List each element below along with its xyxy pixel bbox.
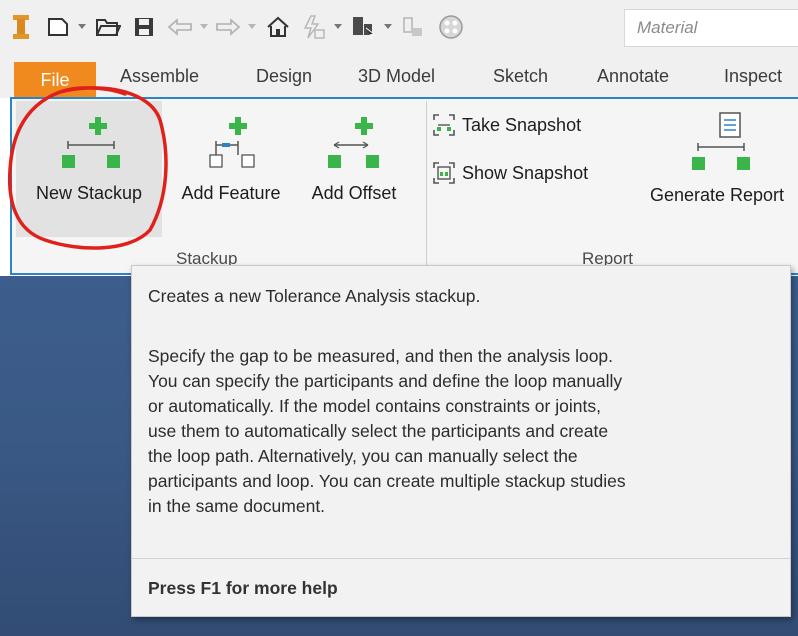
tooltip-description-line: in the same document. [148, 496, 326, 516]
tooltip-description-line: or automatically. If the model contains … [148, 396, 601, 416]
tooltip-divider [132, 558, 790, 559]
add-feature-button[interactable]: Add Feature [168, 101, 294, 237]
generate-report-icon [692, 112, 750, 170]
select-priority-icon[interactable] [348, 13, 378, 41]
take-snapshot-icon [433, 114, 455, 136]
material-placeholder: Material [637, 18, 698, 37]
new-stackup-icon [62, 117, 120, 168]
tab-3d-model[interactable]: 3D Model [358, 66, 435, 87]
open-folder-icon[interactable] [94, 13, 122, 41]
add-offset-label: Add Offset [311, 183, 397, 203]
undo-dropdown-icon[interactable] [200, 24, 208, 29]
save-icon[interactable] [130, 13, 158, 41]
group-separator [426, 101, 427, 265]
take-snapshot-label: Take Snapshot [462, 114, 582, 135]
update-icon[interactable] [298, 13, 328, 41]
undo-icon[interactable] [166, 13, 194, 41]
tab-inspect[interactable]: Inspect [724, 66, 782, 87]
new-file-icon[interactable] [44, 13, 72, 41]
show-snapshot-label: Show Snapshot [462, 162, 589, 183]
material-dropdown[interactable]: Material [624, 9, 798, 47]
home-icon[interactable] [264, 13, 292, 41]
tooltip-description-line: the loop path. Alternatively, you can ma… [148, 446, 578, 466]
generate-report-button[interactable]: Generate Report [634, 101, 798, 237]
tab-sketch[interactable]: Sketch [493, 66, 548, 87]
generate-report-label: Generate Report [649, 185, 785, 205]
ribbon-panel: New Stackup Add Feature Add Offset Stack… [10, 97, 798, 275]
new-stackup-label: New Stackup [35, 183, 143, 203]
add-offset-icon [328, 117, 379, 168]
tooltip-description: Specify the gap to be measured, and then… [148, 344, 788, 519]
tooltip-panel: Creates a new Tolerance Analysis stackup… [131, 265, 791, 617]
tooltip-description-line: participants and loop. You can create mu… [148, 471, 626, 491]
ribbon-tab-bar: File Assemble Design 3D Model Sketch Ann… [0, 58, 798, 98]
show-snapshot-button[interactable]: Show Snapshot [432, 161, 588, 185]
redo-icon[interactable] [214, 13, 242, 41]
new-dropdown-icon[interactable] [78, 24, 86, 29]
add-offset-button[interactable]: Add Offset [298, 101, 410, 237]
show-snapshot-icon [433, 162, 455, 184]
tab-design[interactable]: Design [256, 66, 312, 87]
tab-annotate[interactable]: Annotate [597, 66, 669, 87]
tooltip-summary: Creates a new Tolerance Analysis stackup… [148, 286, 481, 306]
tooltip-description-line: You can specify the participants and def… [148, 371, 623, 391]
new-stackup-button[interactable]: New Stackup [16, 101, 162, 237]
redo-dropdown-icon[interactable] [248, 24, 256, 29]
tooltip-help-text: Press F1 for more help [148, 578, 338, 598]
add-feature-icon [209, 117, 255, 168]
tab-file[interactable]: File [14, 62, 96, 98]
tooltip-description-line: use them to automatically select the par… [148, 421, 609, 441]
update-dropdown-icon[interactable] [334, 24, 342, 29]
appearance-icon[interactable] [436, 13, 466, 41]
quick-access-toolbar: Material [0, 0, 798, 58]
measure-icon[interactable] [398, 13, 428, 41]
take-snapshot-button[interactable]: Take Snapshot [432, 113, 581, 137]
tooltip-description-line: Specify the gap to be measured, and then… [148, 346, 614, 366]
inventor-logo-icon[interactable] [10, 13, 32, 41]
select-dropdown-icon[interactable] [384, 24, 392, 29]
add-feature-label: Add Feature [181, 183, 281, 203]
tab-assemble[interactable]: Assemble [120, 66, 199, 87]
